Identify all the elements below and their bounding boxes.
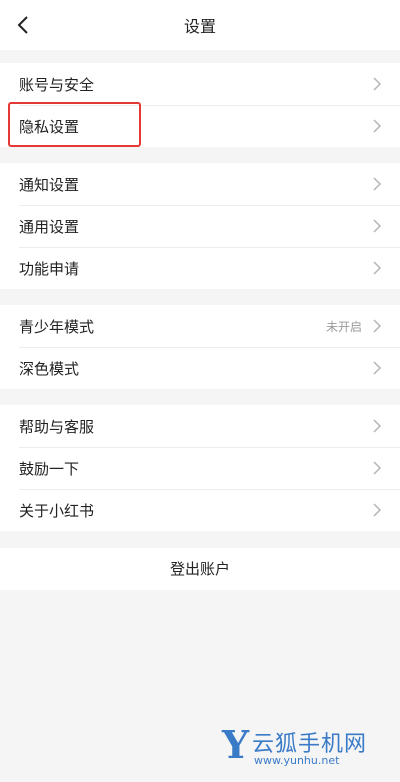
menu-item-teen-mode[interactable]: 青少年模式 未开启	[0, 305, 400, 347]
menu-item-label: 帮助与客服	[19, 417, 95, 436]
menu-item-privacy-settings[interactable]: 隐私设置	[0, 105, 400, 147]
account-group: 账号与安全 隐私设置	[0, 63, 400, 147]
chevron-right-icon	[373, 361, 382, 375]
about-group: 帮助与客服 鼓励一下 关于小红书	[0, 405, 400, 531]
menu-item-label: 账号与安全	[19, 75, 95, 94]
menu-item-about[interactable]: 关于小红书	[0, 489, 400, 531]
menu-item-label: 通知设置	[19, 175, 80, 194]
top-nav-bar: 设置	[0, 0, 400, 50]
menu-item-encourage[interactable]: 鼓励一下	[0, 447, 400, 489]
settings-group: 通知设置 通用设置 功能申请	[0, 163, 400, 289]
chevron-right-icon	[373, 461, 382, 475]
menu-item-notification-settings[interactable]: 通知设置	[0, 163, 400, 205]
watermark-logo: Y 云狐手机网 www.yunhu.net	[222, 722, 382, 770]
chevron-right-icon	[373, 319, 382, 333]
menu-item-feature-request[interactable]: 功能申请	[0, 247, 400, 289]
menu-item-label: 关于小红书	[19, 501, 95, 520]
chevron-right-icon	[373, 219, 382, 233]
chevron-right-icon	[373, 503, 382, 517]
menu-item-general-settings[interactable]: 通用设置	[0, 205, 400, 247]
chevron-right-icon	[373, 119, 382, 133]
teen-mode-status: 未开启	[325, 319, 362, 334]
menu-item-label: 隐私设置	[19, 117, 80, 136]
watermark-url: www.yunhu.net	[254, 754, 340, 767]
chevron-right-icon	[373, 177, 382, 191]
mode-group: 青少年模式 未开启 深色模式	[0, 305, 400, 389]
menu-item-label: 鼓励一下	[19, 459, 80, 478]
menu-item-label: 通用设置	[19, 217, 80, 236]
logout-button[interactable]: 登出账户	[0, 548, 400, 590]
menu-item-label: 青少年模式	[19, 317, 95, 336]
chevron-right-icon	[373, 77, 382, 91]
page-title: 设置	[183, 17, 216, 36]
chevron-right-icon	[373, 419, 382, 433]
menu-item-label: 深色模式	[19, 359, 80, 378]
watermark-letter: Y	[222, 722, 250, 767]
menu-item-dark-mode[interactable]: 深色模式	[0, 347, 400, 389]
menu-item-account-security[interactable]: 账号与安全	[0, 63, 400, 105]
menu-item-label: 功能申请	[19, 259, 80, 278]
menu-item-help-support[interactable]: 帮助与客服	[0, 405, 400, 447]
chevron-right-icon	[373, 261, 382, 275]
